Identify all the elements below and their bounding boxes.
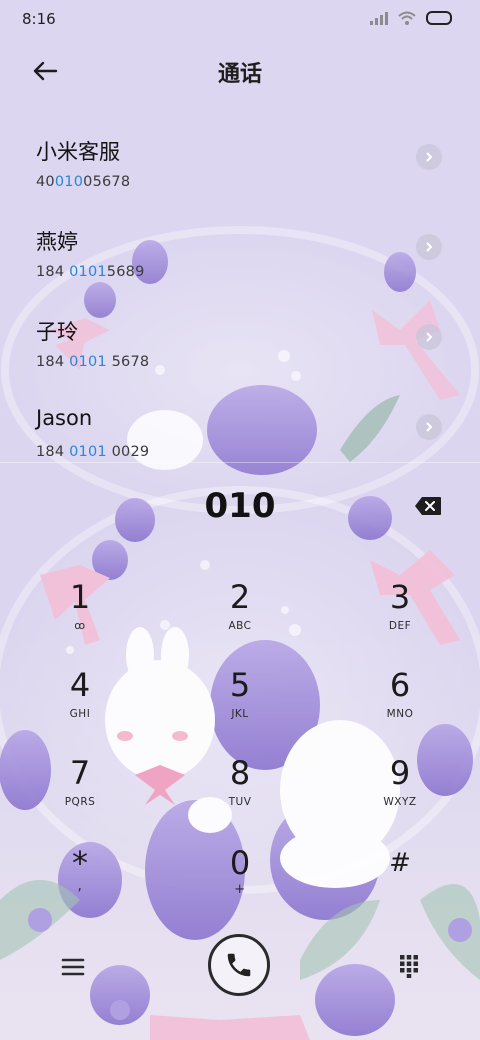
key-4[interactable]: 4 GHI (30, 666, 130, 746)
contact-detail-button[interactable] (416, 324, 442, 350)
backspace-button[interactable] (414, 496, 442, 516)
contact-detail-button[interactable] (416, 414, 442, 440)
signal-icon (370, 11, 388, 25)
key-9[interactable]: 9 WXYZ (350, 754, 450, 834)
page-title: 通话 (217, 62, 262, 87)
key-letters: MNO (386, 708, 414, 720)
key-letters: + (234, 882, 246, 897)
key-7[interactable]: 7 PQRS (30, 754, 130, 834)
key-hash[interactable]: # (350, 844, 450, 924)
contact-number: 184 01015689 (36, 264, 145, 280)
wifi-icon (398, 11, 416, 25)
backspace-icon (415, 497, 441, 515)
key-letters: GHI (69, 708, 91, 720)
status-bar: 8:16 (0, 0, 480, 40)
key-letters: ABC (228, 620, 252, 632)
menu-button[interactable] (58, 952, 88, 982)
key-2[interactable]: 2 ABC (190, 578, 290, 658)
key-letters: JKL (231, 708, 249, 720)
status-icons (370, 11, 452, 25)
key-letters: PQRS (64, 796, 96, 808)
key-1[interactable]: 1 ꝏ (30, 578, 130, 658)
key-letters: WXYZ (383, 796, 417, 808)
contact-row[interactable]: Jason 184 0101 0029 (0, 406, 480, 492)
phone-icon (227, 953, 251, 977)
dial-input[interactable]: 010 (0, 486, 480, 526)
status-time: 8:16 (22, 10, 56, 28)
contact-number: 184 0101 5678 (36, 354, 150, 370)
key-digit: 7 (69, 754, 91, 792)
key-digit: 1 (69, 578, 91, 616)
contact-name: 子玲 (36, 320, 78, 344)
contact-row[interactable]: 小米客服 4001005678 (0, 136, 480, 222)
dialpad-icon (400, 955, 418, 978)
contact-row[interactable]: 子玲 184 0101 5678 (0, 316, 480, 402)
contact-number: 184 0101 0029 (36, 444, 150, 460)
key-digit: 9 (389, 754, 411, 792)
chevron-right-icon (426, 422, 433, 432)
contact-detail-button[interactable] (416, 144, 442, 170)
key-0[interactable]: 0 + (190, 844, 290, 924)
contact-name: Jason (36, 406, 93, 430)
key-5[interactable]: 5 JKL (190, 666, 290, 746)
key-letters: TUV (228, 796, 252, 808)
key-digit: 5 (229, 666, 251, 704)
key-digit: 6 (389, 666, 411, 704)
key-star[interactable]: * , (30, 844, 130, 924)
contact-name: 小米客服 (36, 140, 120, 164)
divider (0, 462, 480, 463)
key-digit: # (389, 848, 411, 878)
voicemail-icon: ꝏ (74, 620, 86, 632)
key-letters: DEF (388, 620, 412, 632)
key-letters: , (77, 878, 83, 894)
keypad-toggle-button[interactable] (394, 950, 424, 980)
call-button[interactable] (208, 934, 270, 996)
chevron-right-icon (426, 332, 433, 342)
key-6[interactable]: 6 MNO (350, 666, 450, 746)
battery-icon (426, 11, 452, 25)
chevron-right-icon (426, 242, 433, 252)
contact-row[interactable]: 燕婷 184 01015689 (0, 226, 480, 312)
key-digit: 0 (229, 844, 251, 882)
key-8[interactable]: 8 TUV (190, 754, 290, 834)
key-digit: 3 (389, 578, 411, 616)
key-3[interactable]: 3 DEF (350, 578, 450, 658)
key-digit: * (72, 844, 88, 882)
contact-detail-button[interactable] (416, 234, 442, 260)
key-digit: 4 (69, 666, 91, 704)
key-digit: 8 (229, 754, 251, 792)
chevron-right-icon (426, 152, 433, 162)
contact-number: 4001005678 (36, 174, 131, 190)
menu-icon (61, 958, 85, 976)
key-digit: 2 (229, 578, 251, 616)
contact-name: 燕婷 (36, 230, 78, 254)
